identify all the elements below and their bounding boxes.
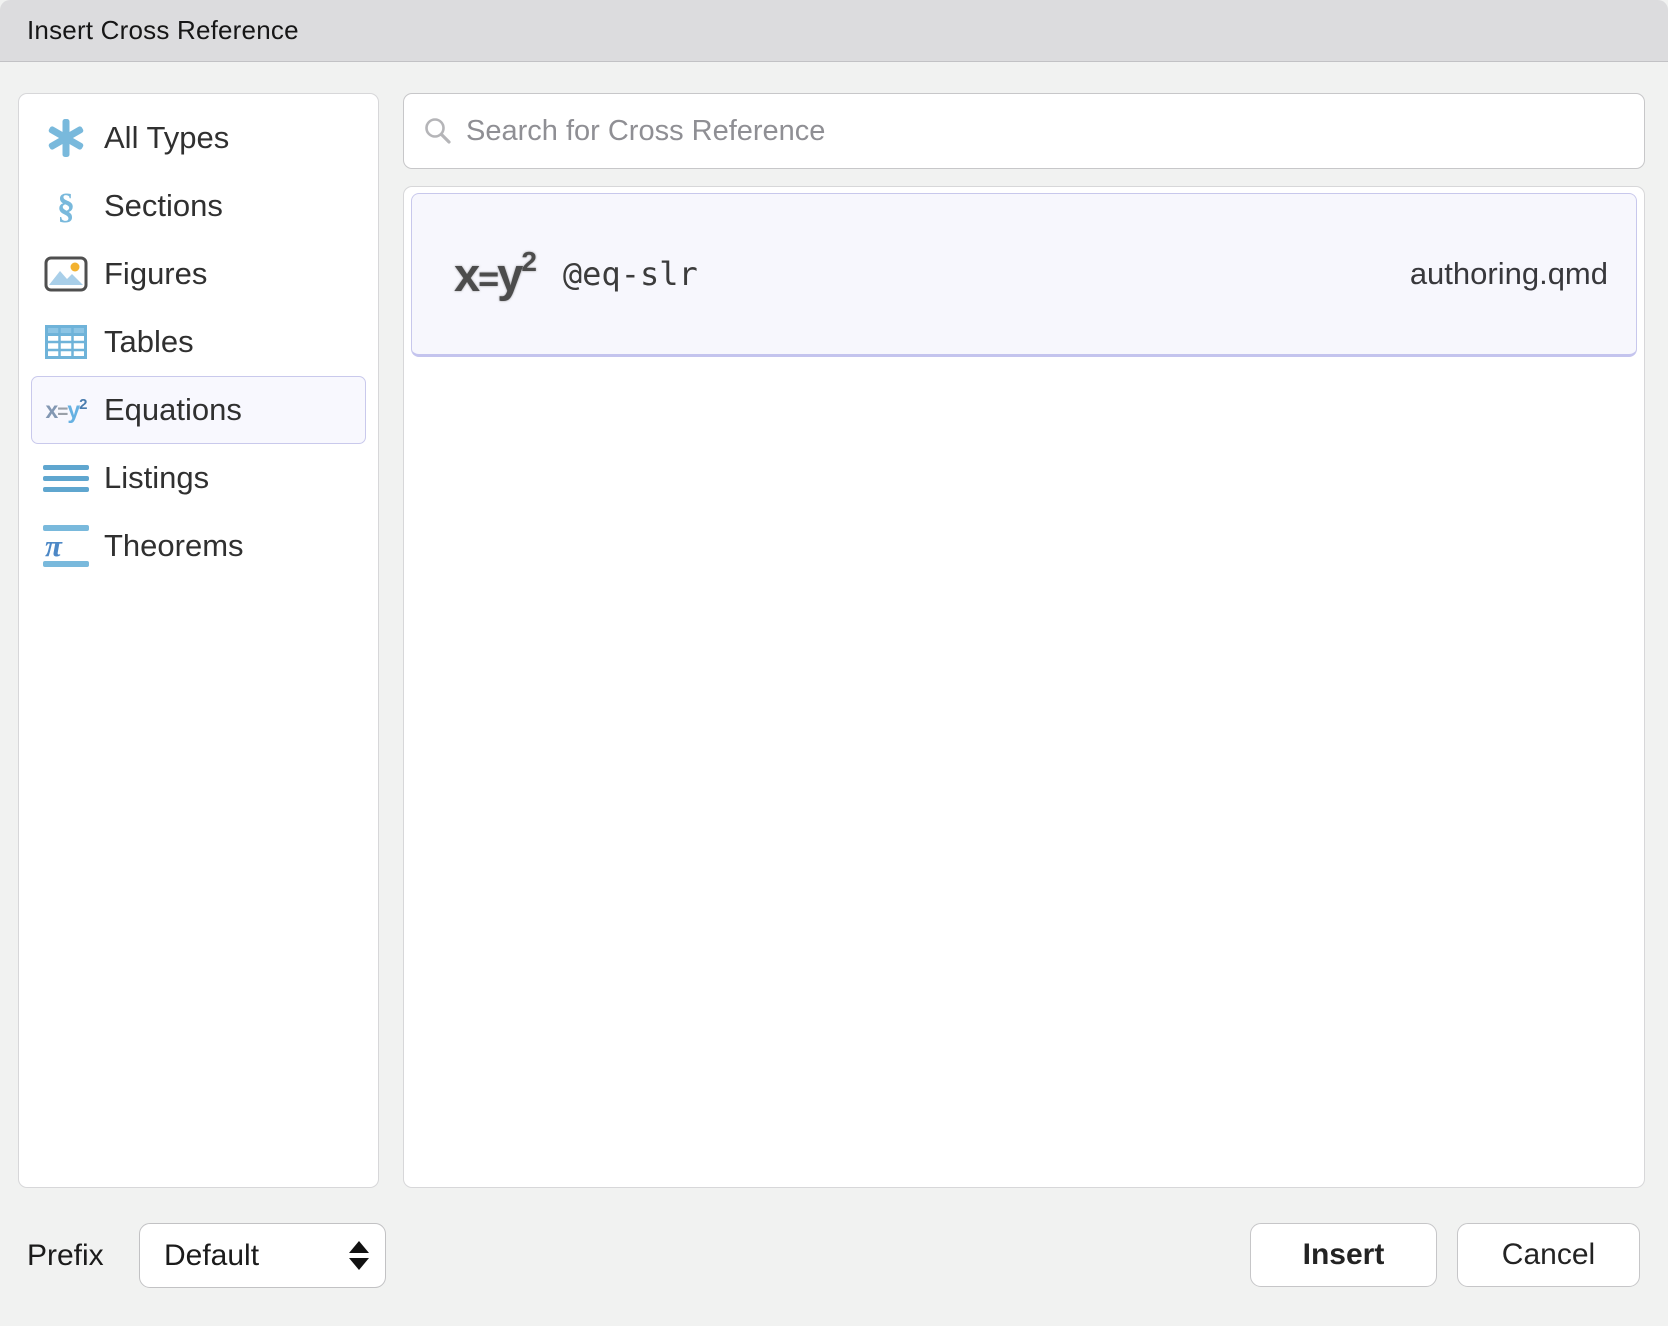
sidebar-item-label: Theorems	[104, 528, 244, 564]
result-row-eq-slr[interactable]: x=y2 @eq-slr authoring.qmd	[411, 193, 1637, 357]
asterisk-icon	[42, 110, 90, 166]
insert-button[interactable]: Insert	[1250, 1223, 1437, 1287]
sidebar-item-all-types[interactable]: All Types	[31, 104, 366, 172]
dialog-titlebar: Insert Cross Reference	[0, 0, 1668, 62]
equation-preview-icon: x=y2	[454, 246, 535, 302]
image-icon	[42, 246, 90, 302]
search-input[interactable]	[466, 115, 1626, 148]
dialog-title: Insert Cross Reference	[27, 15, 299, 46]
result-ref-id: @eq-slr	[563, 255, 698, 293]
sidebar-item-label: Figures	[104, 256, 207, 292]
sidebar-item-theorems[interactable]: π Theorems	[31, 512, 366, 580]
sidebar-item-label: Sections	[104, 188, 223, 224]
sidebar-item-label: Tables	[104, 324, 194, 360]
sidebar-item-figures[interactable]: Figures	[31, 240, 366, 308]
sidebar-item-equations[interactable]: x=y2 Equations	[31, 376, 366, 444]
section-sign-icon: §	[42, 178, 90, 234]
stepper-arrows-icon	[349, 1241, 369, 1270]
sidebar-item-label: All Types	[104, 120, 229, 156]
sidebar-item-listings[interactable]: Listings	[31, 444, 366, 512]
sidebar-item-label: Equations	[104, 392, 242, 428]
prefix-label: Prefix	[27, 1223, 104, 1288]
cancel-button[interactable]: Cancel	[1457, 1223, 1640, 1287]
search-icon	[422, 115, 454, 147]
results-list[interactable]: x=y2 @eq-slr authoring.qmd	[403, 186, 1645, 1188]
prefix-dropdown-value: Default	[164, 1239, 259, 1273]
equation-icon: x=y2	[42, 382, 90, 438]
sidebar-item-sections[interactable]: § Sections	[31, 172, 366, 240]
type-list-panel: All Types § Sections Figures	[18, 93, 379, 1188]
table-grid-icon	[42, 314, 90, 370]
search-box	[403, 93, 1645, 169]
sidebar-item-tables[interactable]: Tables	[31, 308, 366, 376]
sidebar-item-label: Listings	[104, 460, 209, 496]
pi-theorem-icon: π	[42, 518, 90, 574]
result-file-name: authoring.qmd	[1410, 256, 1608, 292]
code-lines-icon	[42, 450, 90, 506]
prefix-dropdown[interactable]: Default	[139, 1223, 386, 1288]
